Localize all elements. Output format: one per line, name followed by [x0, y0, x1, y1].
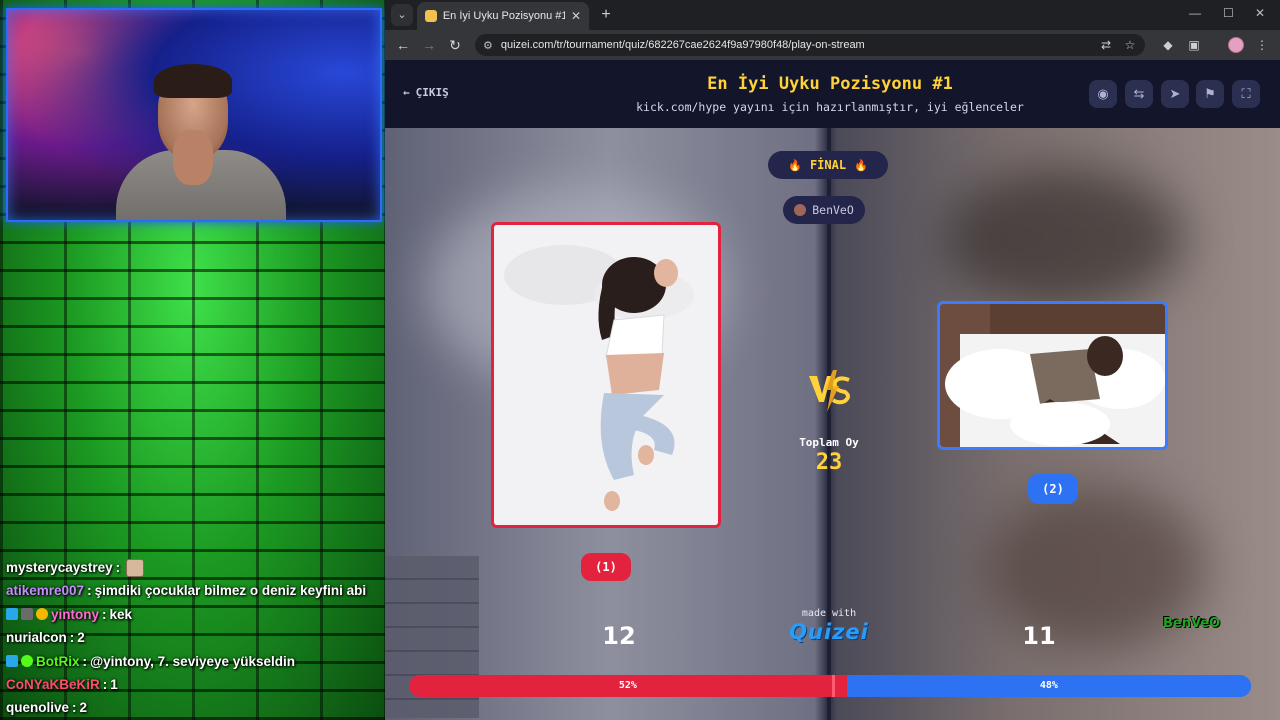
option-2-share-bar: 48% — [846, 675, 1251, 697]
forward-arrow-icon[interactable]: → — [419, 35, 439, 55]
swap-icon[interactable]: ⇆ — [1125, 80, 1153, 108]
option-2-votes: 11 — [1022, 622, 1056, 650]
close-icon[interactable]: ✕ — [571, 9, 581, 23]
total-votes-value: 23 — [815, 450, 843, 475]
profile-avatar[interactable] — [1228, 37, 1244, 53]
chat-message: CoNYaKBeKiR : 1 — [0, 673, 385, 696]
verified-icon — [21, 655, 33, 668]
favicon-icon — [425, 10, 437, 22]
tab-title: En İyi Uyku Pozisyonu #1 - Quizei — [442, 10, 565, 22]
stream-overlay: mysterycaystrey : atikemre007 : şimdiki … — [0, 0, 385, 720]
chat-message: atikemre007 : şimdiki çocuklar bilmez o … — [0, 579, 385, 602]
quizei-logo: Quizei — [789, 620, 869, 644]
menu-kebab-icon[interactable]: ⋮ — [1253, 36, 1271, 54]
option-1-share-bar: 52% — [409, 675, 847, 697]
chat-separator: : — [102, 676, 108, 692]
tab-search-button[interactable]: ⌄ — [391, 4, 413, 26]
url-text: quizei.com/tr/tournament/quiz/682267cae2… — [500, 39, 865, 51]
chat-message: mysterycaystrey : — [0, 556, 385, 579]
chat-username: nurialcon — [6, 630, 67, 646]
channel-watermark: BenVeO — [1163, 616, 1221, 631]
screen: mysterycaystrey : atikemre007 : şimdiki … — [0, 0, 1280, 720]
chat-message: BotRix : @yintony, 7. seviyeye yükseldin — [0, 650, 385, 673]
chat-text: @yintony, 7. seviyeye yükseldin — [90, 653, 296, 669]
new-tab-button[interactable]: + — [595, 4, 617, 26]
page-header: ← ÇIKIŞ En İyi Uyku Pozisyonu #1 kick.co… — [385, 60, 1280, 128]
browser-toolbar: ← → ↻ ⚙ quizei.com/tr/tournament/quiz/68… — [385, 30, 1280, 60]
option-2-image — [940, 304, 1165, 447]
bookmark-star-icon[interactable]: ☆ — [1121, 36, 1139, 54]
webcam-person-hand — [173, 130, 213, 185]
quiz-page: ← ÇIKIŞ En İyi Uyku Pozisyonu #1 kick.co… — [385, 60, 1280, 720]
chat-text: şimdiki çocuklar bilmez o deniz keyfini … — [94, 583, 367, 599]
option-1-percent: 52% — [618, 680, 637, 691]
chat-text: kek — [109, 606, 133, 622]
option-1-card[interactable] — [491, 222, 721, 528]
back-arrow-icon[interactable]: ← — [393, 35, 413, 55]
badge-icon — [21, 608, 33, 621]
chat-username: yintony — [51, 606, 100, 622]
total-votes-label: Toplam Oy — [799, 436, 859, 449]
made-with-label: made with — [801, 608, 857, 619]
match-arena: 🔥 FİNAL 🔥 BenVeO (1) (2) Toplam Oy 23 ma… — [385, 128, 1280, 720]
stream-chat: mysterycaystrey : atikemre007 : şimdiki … — [0, 556, 385, 720]
bar-divider — [831, 675, 835, 697]
browser-window: ⌄ En İyi Uyku Pozisyonu #1 - Quizei ✕ + … — [385, 0, 1280, 720]
chat-message: nurialcon : 2 — [0, 626, 385, 649]
extensions-puzzle-icon[interactable]: ▣ — [1185, 36, 1203, 54]
user-avatar — [794, 204, 807, 216]
chat-separator: : — [87, 583, 92, 599]
send-icon[interactable]: ➤ — [1161, 80, 1189, 108]
chat-message: yintony : kek — [0, 603, 385, 626]
chat-text: 1 — [110, 676, 118, 692]
chat-separator: : — [115, 560, 121, 575]
option-1-image — [494, 225, 718, 525]
site-settings-icon[interactable]: ⚙ — [483, 39, 493, 52]
reload-icon[interactable]: ↻ — [445, 35, 465, 55]
address-bar[interactable]: ⚙ quizei.com/tr/tournament/quiz/682267ca… — [475, 34, 1145, 56]
option-2-card[interactable] — [937, 301, 1168, 450]
chat-separator: : — [69, 630, 75, 646]
background-blur — [945, 168, 1185, 308]
streamer-badge: BenVeO — [783, 196, 865, 224]
chat-separator: : — [82, 653, 88, 669]
option-1-button[interactable]: (1) — [581, 553, 631, 581]
webcam-person-hair — [154, 64, 232, 98]
minimize-icon[interactable]: — — [1189, 6, 1201, 20]
chat-message: quenolive : 2 — [0, 696, 385, 719]
flag-icon[interactable]: ⚑ — [1196, 80, 1224, 108]
window-close-icon[interactable]: ✕ — [1255, 6, 1265, 20]
chat-separator: : — [72, 700, 77, 716]
option-1-votes: 12 — [602, 622, 636, 650]
eye-icon[interactable]: ◉ — [1089, 80, 1117, 108]
option-2-percent: 48% — [1039, 680, 1058, 691]
fire-icon: 🔥 — [854, 158, 868, 172]
streamer-name: BenVeO — [812, 203, 854, 217]
fullscreen-icon[interactable]: ⛶ — [1232, 80, 1260, 108]
chat-separator: : — [102, 606, 107, 622]
round-label: FİNAL — [809, 158, 847, 172]
badge-icon — [6, 608, 18, 621]
fire-icon: 🔥 — [788, 158, 802, 172]
chat-text: 2 — [79, 700, 88, 716]
option-2-button[interactable]: (2) — [1028, 474, 1078, 504]
chat-username: quenolive — [6, 700, 70, 716]
chat-text: 2 — [77, 630, 85, 646]
extension-icon[interactable]: ◆ — [1159, 36, 1177, 54]
badge-icon — [36, 608, 48, 621]
translate-icon[interactable]: ⇄ — [1097, 36, 1115, 54]
browser-tab[interactable]: En İyi Uyku Pozisyonu #1 - Quizei ✕ — [417, 2, 589, 30]
badge-icon — [6, 655, 18, 668]
chat-username: mysterycaystrey — [6, 560, 113, 575]
chat-username: BotRix — [36, 653, 80, 669]
chat-username: atikemre007 — [6, 583, 85, 599]
round-badge: 🔥 FİNAL 🔥 — [768, 151, 888, 179]
versus-icon — [809, 370, 850, 412]
maximize-icon[interactable]: ☐ — [1223, 6, 1234, 20]
emote-icon — [126, 558, 145, 577]
vote-progress-bar: 52% 48% — [409, 675, 1251, 697]
tab-bar: ⌄ En İyi Uyku Pozisyonu #1 - Quizei ✕ + … — [385, 0, 1280, 30]
webcam-feed — [6, 8, 382, 222]
chat-username: CoNYaKBeKiR — [6, 676, 100, 692]
